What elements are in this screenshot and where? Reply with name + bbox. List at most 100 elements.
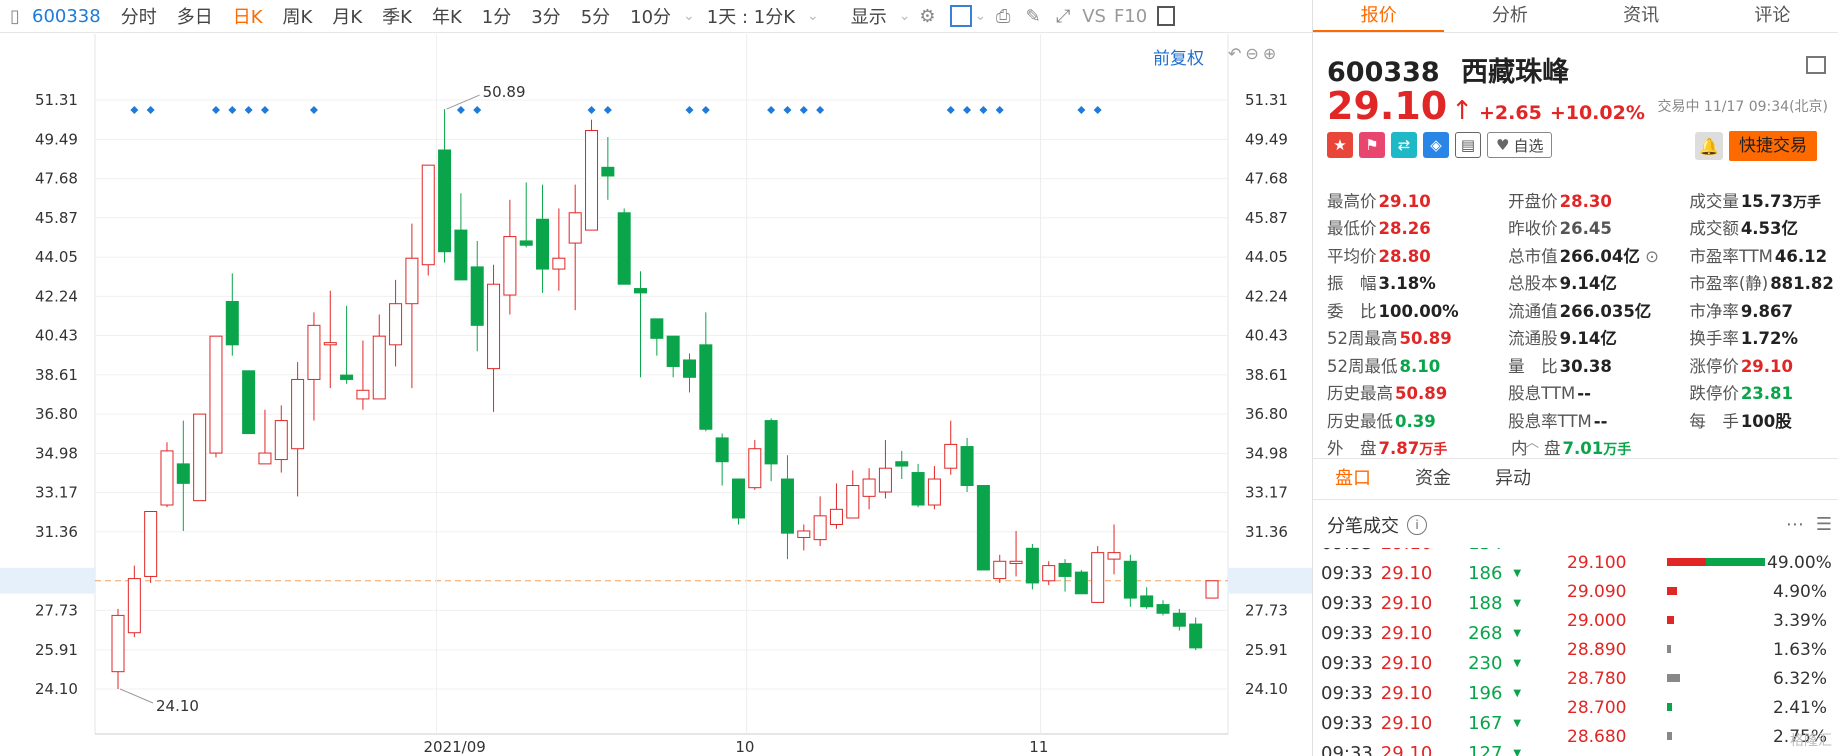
panel-toggle-icon[interactable]: ▯: [0, 3, 30, 29]
tab-0[interactable]: 报价: [1313, 0, 1445, 32]
tick-volume: 186: [1468, 562, 1503, 584]
event-marker: [995, 106, 1004, 114]
event-marker: [783, 106, 792, 114]
shuffle-icon[interactable]: ⇄: [1391, 132, 1417, 158]
kline-chart[interactable]: 51.31 51.31 49.49 49.49 47.68 47.68 45.87 45.87…: [0, 34, 1312, 756]
price-tick-left: 40.43: [35, 327, 78, 345]
stat-row: 平均价 28.80 总市值 266.04亿 ⊙ 市盈率TTM 46.12: [1327, 241, 1837, 269]
menu-icon[interactable]: [1806, 56, 1826, 74]
down-arrow-icon: ▼: [1513, 567, 1521, 579]
period-tab[interactable]: 分时: [111, 3, 167, 29]
box-select-icon[interactable]: [950, 5, 973, 27]
period-tab[interactable]: 季K: [372, 3, 422, 29]
pencil-icon[interactable]: ✎: [1018, 3, 1048, 29]
candle-body: [519, 240, 533, 246]
period-tab[interactable]: 周K: [273, 3, 323, 29]
candle-body: [160, 450, 174, 506]
depth-bar: [1667, 557, 1767, 568]
runner-icon[interactable]: ⚑: [1359, 132, 1385, 158]
list-icon[interactable]: ☰: [1816, 514, 1832, 535]
adjust-mode-button[interactable]: 前复权: [1153, 44, 1204, 69]
stat-row: 历史最高 50.89 股息TTM -- 跌停价 23.81: [1327, 379, 1837, 407]
display-button[interactable]: 显示: [841, 3, 897, 29]
price-tick-right: 25.91: [1245, 641, 1288, 659]
chevron-down-icon[interactable]: ⌄: [681, 8, 697, 24]
price-tick-right: 47.68: [1245, 170, 1288, 188]
tab-3[interactable]: 评论: [1707, 0, 1838, 32]
stat-value: 7.87: [1378, 439, 1420, 459]
stat-label: 52周最高: [1327, 329, 1398, 349]
down-arrow-icon: ▼: [1513, 717, 1521, 729]
price-tick-right: 36.80: [1245, 405, 1288, 423]
bell-icon[interactable]: 🔔: [1695, 132, 1723, 160]
stat-label: 历史最高: [1327, 384, 1393, 404]
zoom-out-icon[interactable]: ⊖: [1245, 44, 1258, 63]
undo-icon[interactable]: ↶: [1228, 44, 1241, 63]
candle-body: [699, 344, 713, 430]
stat-value: 15.73: [1740, 191, 1794, 211]
tag-icon[interactable]: ◈: [1423, 132, 1449, 158]
stat-value: 28.80: [1378, 246, 1431, 266]
period-tab[interactable]: 多日: [167, 3, 223, 29]
period-tab[interactable]: 5分: [571, 3, 620, 29]
depth-tab-1[interactable]: 资金: [1393, 459, 1473, 499]
stat-value: 100股: [1740, 411, 1792, 431]
depth-tab-0[interactable]: 盘口: [1313, 459, 1393, 499]
chevron-up-icon[interactable]: ︿: [1525, 432, 1539, 452]
note-icon[interactable]: ▤: [1455, 132, 1481, 158]
zoom-in-icon[interactable]: ⊕: [1263, 44, 1276, 63]
interval-select[interactable]: 1天 : 1分K: [697, 3, 805, 29]
add-watchlist-button[interactable]: ♥ 自选: [1487, 132, 1553, 158]
candle-body: [666, 335, 680, 367]
more-icon[interactable]: ⋯: [1786, 514, 1804, 535]
info-icon[interactable]: i: [1407, 515, 1427, 535]
candle-body: [1025, 547, 1039, 584]
depth-bar: [1667, 731, 1767, 742]
tab-1[interactable]: 分析: [1444, 0, 1575, 32]
candle-body: [209, 335, 223, 454]
quick-trade-button[interactable]: 快捷交易: [1729, 131, 1817, 161]
chevron-down-icon[interactable]: ⌄: [805, 8, 821, 24]
stat-value: 28.26: [1378, 219, 1431, 239]
price-tick-left: 25.91: [35, 641, 78, 659]
ticks-controls: ⋯ ☰: [1786, 514, 1832, 535]
depth-pct: 4.90%: [1772, 581, 1827, 602]
china-flag-icon[interactable]: ★: [1327, 132, 1353, 158]
candle-body: [634, 288, 648, 294]
event-marker: [816, 106, 825, 114]
chevron-down-icon[interactable]: ⌄: [972, 8, 988, 24]
low-annotation: 24.10: [156, 697, 199, 715]
period-tab[interactable]: 日K: [223, 3, 273, 29]
period-tab[interactable]: 月K: [322, 3, 372, 29]
stat-cell: 平均价 28.80: [1327, 243, 1508, 267]
tick-price: 29.10: [1380, 622, 1433, 644]
stat-value: 28.30: [1559, 191, 1612, 211]
candle-body: [111, 614, 125, 673]
more-icon[interactable]: ⊙: [1640, 247, 1659, 266]
period-tab[interactable]: 3分: [521, 3, 570, 29]
period-tab[interactable]: 10分: [620, 3, 681, 29]
stat-cell: 市盈率(静) 881.82: [1689, 270, 1837, 294]
depth-tab-2[interactable]: 异动: [1473, 459, 1553, 499]
vs-button[interactable]: VS: [1078, 6, 1110, 27]
sidebar-icon[interactable]: [1157, 6, 1176, 26]
f10-button[interactable]: F10: [1110, 6, 1151, 27]
settings-icon[interactable]: ⚙: [912, 3, 942, 29]
stat-label: 最高价: [1327, 191, 1377, 211]
chevron-down-icon[interactable]: ⌄: [897, 8, 913, 24]
event-marker: [130, 106, 139, 114]
stat-row: 外 盘 7.87万手内 盘 7.01万手: [1327, 434, 1837, 462]
tick-time: 09:33: [1321, 548, 1381, 554]
depth-pct: 1.63%: [1772, 639, 1827, 660]
price-row: 29.10 ↑ +2.65 +10.02%: [1327, 84, 1645, 128]
candle-body: [960, 446, 974, 487]
tick-time: 09:33: [1321, 562, 1373, 584]
tick-volume: 127: [1468, 742, 1503, 756]
period-tab[interactable]: 1分: [472, 3, 521, 29]
period-tab[interactable]: 年K: [422, 3, 472, 29]
tab-2[interactable]: 资讯: [1576, 0, 1707, 32]
camera-icon[interactable]: ⎙: [988, 3, 1018, 29]
tick-row: 09:33 29.10 196 ▼: [1321, 678, 1521, 708]
candle-body: [568, 212, 582, 244]
fullscreen-icon[interactable]: ⤢: [1048, 3, 1078, 29]
